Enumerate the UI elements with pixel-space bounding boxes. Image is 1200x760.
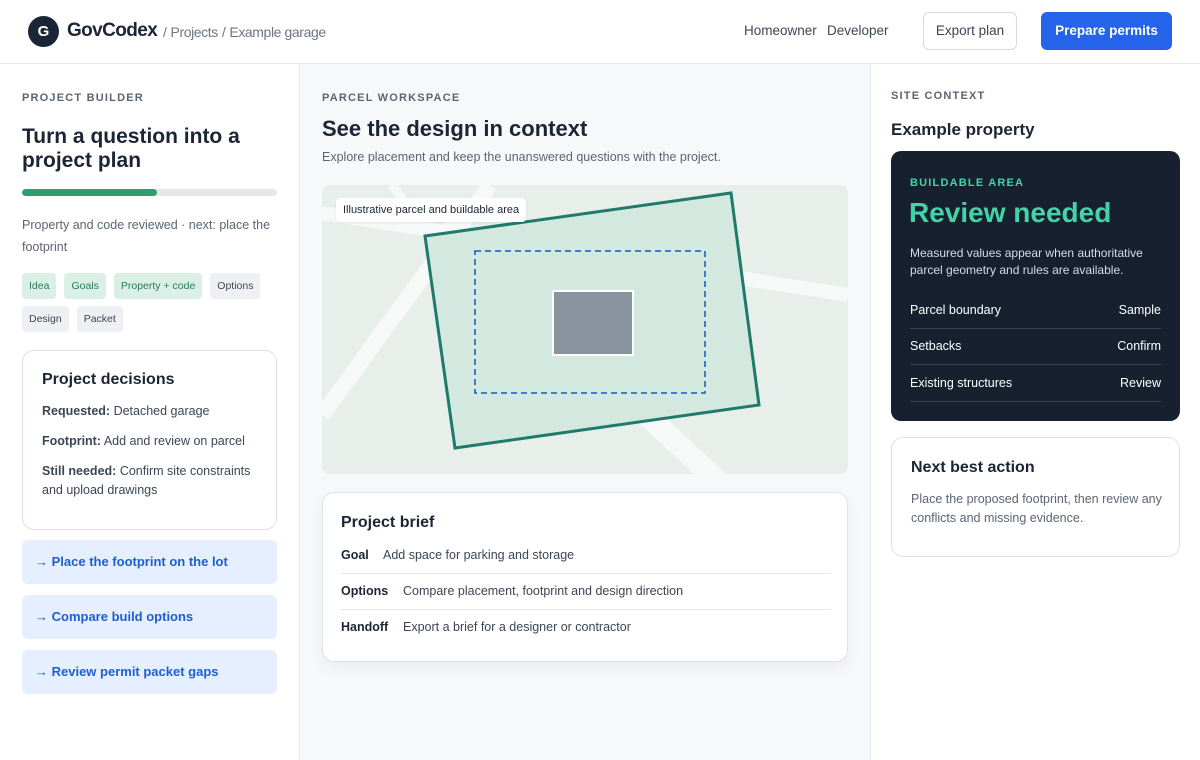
stage-chip-idea[interactable]: Idea [22,273,57,299]
site-context-panel: SITE CONTEXT Example property BUILDABLE … [871,64,1200,760]
decision-still-needed: Still needed: Confirm site constraints a… [42,462,262,500]
divider [910,328,1161,329]
stage-chip-options[interactable]: Options [210,273,261,299]
builder-progress-bar [22,189,277,196]
next-action-body: Place the proposed footprint, then revie… [911,492,1162,525]
next-best-action-card: Next best action Place the proposed foot… [891,437,1180,557]
stage-chip-design[interactable]: Design [22,306,69,332]
builder-title: Turn a question into a project plan [22,125,240,172]
buildable-eyebrow: BUILDABLE AREA [910,177,1025,189]
brief-row-options: Options Compare placement, footprint and… [341,584,831,620]
site-row-label: Existing structures [910,376,1013,390]
decision-label: Still needed: [42,464,117,478]
workspace-title: See the design in context [322,116,588,141]
next-action-title: Next best action [911,459,1035,476]
decision-label: Requested: [42,404,111,418]
brief-key: Goal [341,548,369,562]
brief-title: Project brief [341,514,435,531]
nav-developer[interactable]: Developer [827,23,889,38]
place-footprint-action[interactable]: → Place the footprint on the lot [22,540,277,584]
brief-key: Options [341,584,389,598]
divider [910,401,1161,402]
progress-status: Property and code reviewed · next: place… [22,218,271,254]
project-builder-panel: PROJECT BUILDER Turn a question into a p… [0,64,300,760]
decisions-title: Project decisions [42,371,175,388]
buildable-area-card: BUILDABLE AREA Review needed Measured va… [891,151,1180,421]
breadcrumb: / Projects / Example garage [163,24,326,40]
govcodex-logo[interactable]: G [28,16,59,47]
site-title: Example property [891,120,1035,139]
decision-value: Detached garage [113,404,210,418]
site-row-existing-structures: Existing structures Review [910,376,1161,412]
brief-row-goal: Goal Add space for parking and storage [341,548,831,584]
brief-value: Add space for parking and storage [383,548,575,562]
review-packet-gaps-action[interactable]: → Review permit packet gaps [22,650,277,694]
breadcrumb-projects[interactable]: Projects [171,24,219,40]
parcel-workspace-panel: PARCEL WORKSPACE See the design in conte… [300,64,871,760]
project-brief-card: Project brief Goal Add space for parking… [322,492,848,662]
brand-name[interactable]: GovCodex [67,20,158,42]
top-bar: G GovCodex / Projects / Example garage H… [0,0,1200,64]
stage-chip-goals[interactable]: Goals [64,273,106,299]
breadcrumb-current: Example garage [229,24,326,40]
site-row-setbacks: Setbacks Confirm [910,339,1161,375]
divider [341,609,831,610]
site-row-value: Confirm [1117,339,1161,353]
map-label: Illustrative parcel and buildable area [336,198,527,222]
breadcrumb-separator: / [163,24,167,40]
site-row-label: Parcel boundary [910,303,1002,317]
site-row-value: Review [1120,376,1161,390]
breadcrumb-separator: / [221,24,226,40]
nav-homeowner[interactable]: Homeowner [744,23,817,38]
project-decisions-card: Project decisions Requested: Detached ga… [22,350,277,530]
builder-eyebrow: PROJECT BUILDER [22,92,144,104]
decision-requested: Requested: Detached garage [42,402,262,421]
compare-options-action[interactable]: → Compare build options [22,595,277,639]
divider [910,364,1161,365]
parcel-map[interactable]: Illustrative parcel and buildable area [322,185,848,474]
decision-footprint: Footprint: Add and review on parcel [42,432,262,451]
decision-label: Footprint: [42,434,102,448]
brief-key: Handoff [341,620,389,634]
progress-fill [22,189,158,196]
brief-value: Compare placement, footprint and design … [403,584,684,598]
stage-chip-packet[interactable]: Packet [76,306,123,332]
site-row-parcel-boundary: Parcel boundary Sample [910,303,1161,339]
site-row-value: Sample [1118,303,1161,317]
buildable-status: Review needed [909,197,1112,228]
divider [341,573,831,574]
decision-value: Add and review on parcel [103,434,245,448]
export-plan-button[interactable]: Export plan [923,12,1017,50]
prepare-permits-button[interactable]: Prepare permits [1041,12,1172,50]
workspace-eyebrow: PARCEL WORKSPACE [322,92,461,104]
workspace-subtitle: Explore placement and keep the unanswere… [322,150,721,164]
brief-value: Export a brief for a designer or contrac… [403,620,631,634]
buildable-note: Measured values appear when authoritativ… [910,246,1143,277]
stage-chips: Idea Goals Property + code Options Desig… [22,273,282,332]
existing-structure[interactable] [552,290,634,356]
stage-chip-property-code[interactable]: Property + code [113,273,203,299]
site-eyebrow: SITE CONTEXT [891,90,986,102]
brief-row-handoff: Handoff Export a brief for a designer or… [341,620,831,656]
site-row-label: Setbacks [910,339,962,353]
parcel-map-canvas [322,185,848,474]
